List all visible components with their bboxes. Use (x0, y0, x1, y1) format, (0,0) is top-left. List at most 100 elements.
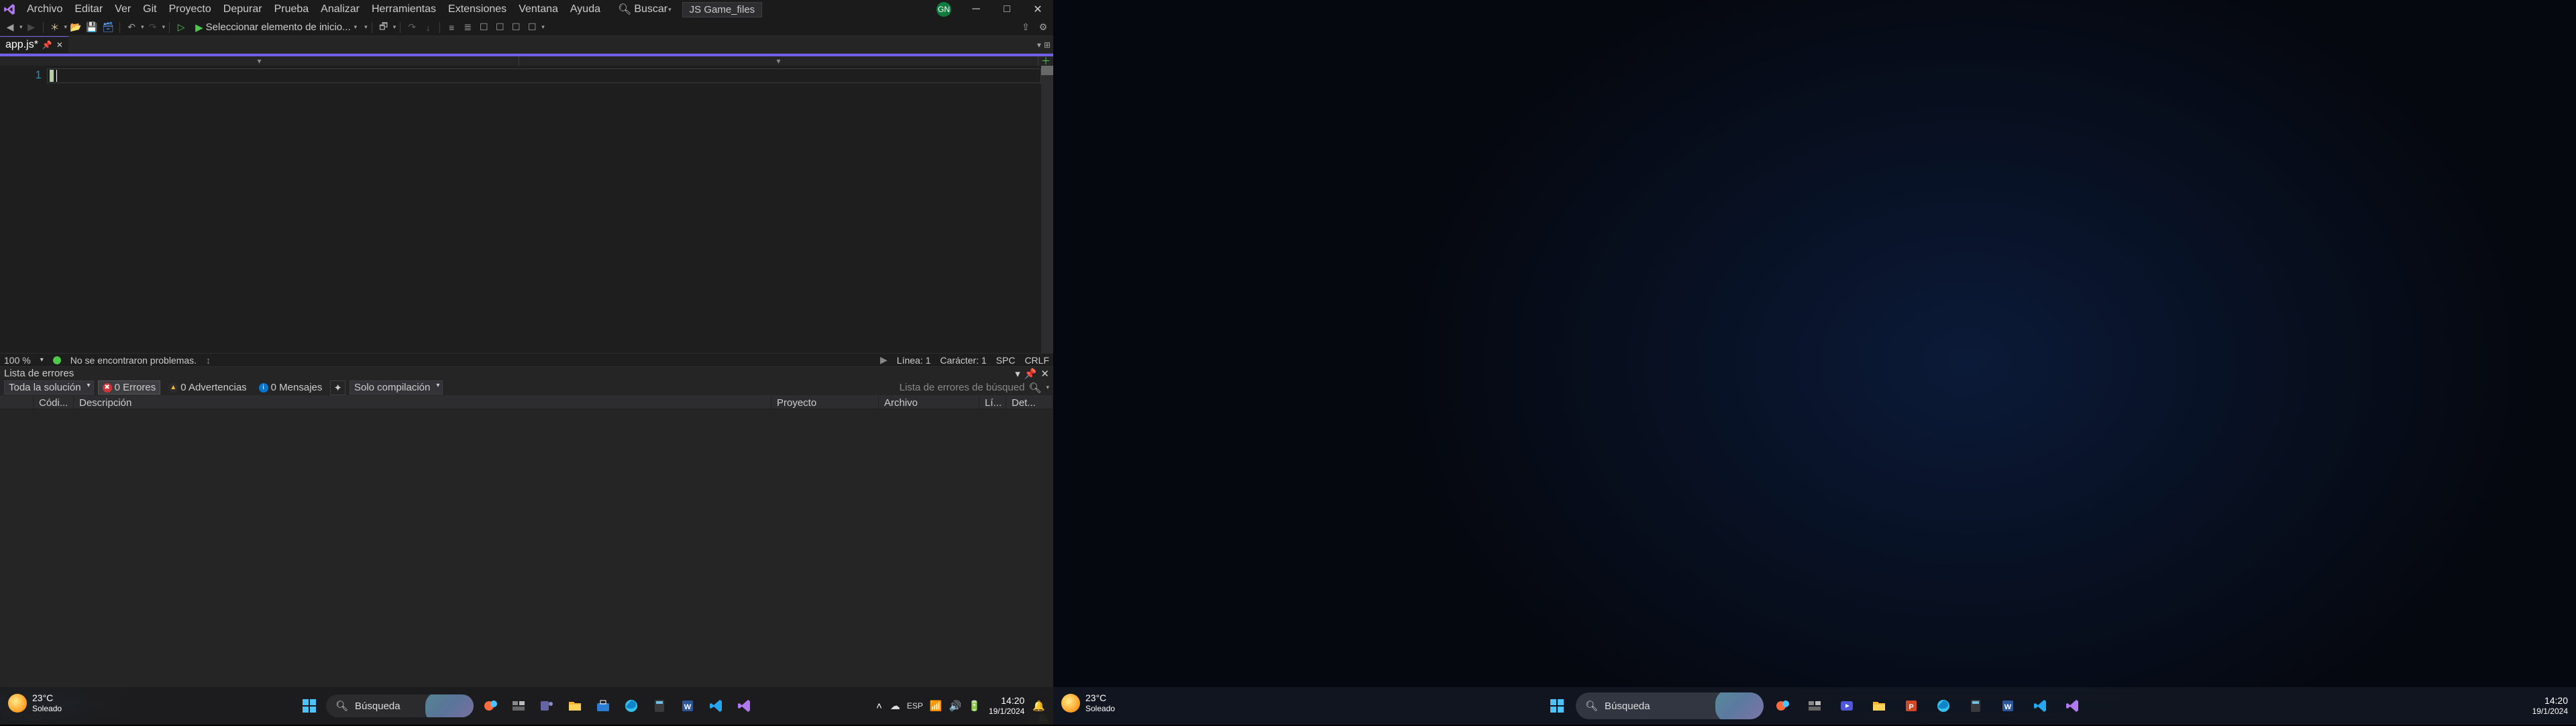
liveshare-icon[interactable]: ⇪ (1018, 20, 1033, 35)
copilot-icon[interactable] (479, 694, 502, 717)
warnings-filter[interactable]: ▲0 Advertencias (164, 381, 250, 394)
col-descripcion[interactable]: Descripción (74, 396, 771, 409)
menu-extensiones[interactable]: Extensiones (443, 1, 512, 18)
eol-mode[interactable]: CRLF (1024, 355, 1049, 366)
open-file-button[interactable]: 📂 (68, 20, 83, 35)
issues-nav-icon[interactable]: ↕ (206, 355, 211, 366)
word-icon[interactable]: W (676, 694, 699, 717)
copilot-icon[interactable] (1769, 692, 1796, 719)
notifications-icon[interactable]: 🔔 (1032, 700, 1045, 712)
language-indicator[interactable]: ESP (907, 701, 923, 711)
powerpoint-icon[interactable]: P (1898, 692, 1925, 719)
calculator-icon[interactable] (1962, 692, 1989, 719)
window-minimize-button[interactable]: ─ (961, 0, 991, 19)
account-badge[interactable]: GN (936, 2, 951, 17)
store-icon[interactable] (592, 694, 614, 717)
weather-widget[interactable]: 23°C Soleado (1061, 692, 1115, 714)
taskbar-clock[interactable]: 14:20 19/1/2024 (989, 695, 1024, 717)
onedrive-icon[interactable]: ☁ (890, 700, 900, 712)
menu-ver[interactable]: Ver (109, 1, 136, 18)
visualstudio-icon[interactable] (2059, 692, 2086, 719)
stepin-button[interactable]: ↓ (421, 20, 435, 35)
menu-ventana[interactable]: Ventana (513, 1, 564, 18)
bookmark-clear-button[interactable]: ☐ (525, 20, 539, 35)
issues-text[interactable]: No se encontraron problemas. (70, 355, 197, 366)
errors-filter[interactable]: ✖0 Errores (98, 380, 161, 395)
messages-filter[interactable]: i0 Mensajes (255, 381, 327, 394)
menu-analizar[interactable]: Analizar (315, 1, 365, 18)
volume-icon[interactable]: 🔊 (949, 700, 962, 712)
col-proyecto[interactable]: Proyecto (771, 396, 879, 409)
editor-scrollbar[interactable] (1041, 66, 1053, 353)
comment-button[interactable]: ≡ (444, 20, 459, 35)
bookmark-button[interactable]: ☐ (476, 20, 491, 35)
start-without-debug-button[interactable]: ▷ (174, 20, 189, 35)
bookmark-prev-button[interactable]: ☐ (492, 20, 507, 35)
scope-combo-1[interactable]: ▾ (0, 56, 519, 66)
intellisense-filter[interactable]: ✦ (330, 380, 345, 395)
panel-close-icon[interactable]: ✕ (1040, 368, 1049, 380)
tab-overflow-icon[interactable]: ▾ (1037, 40, 1041, 50)
menu-ayuda[interactable]: Ayuda (565, 1, 606, 18)
explorer-icon[interactable] (564, 694, 586, 717)
menu-archivo[interactable]: Archivo (21, 1, 68, 18)
menu-herramientas[interactable]: Herramientas (366, 1, 441, 18)
word-icon[interactable]: W (1994, 692, 2021, 719)
window-close-button[interactable]: ✕ (1022, 0, 1053, 19)
taskbar-search[interactable]: 🔍︎ Búsqueda (1576, 692, 1764, 719)
start-debug-button[interactable]: ▶ Seleccionar elemento de inicio... ▾ (190, 20, 362, 35)
redo-button[interactable]: ↷ (146, 20, 160, 35)
errorlist-search[interactable]: Lista de errores de búsqued (900, 382, 1025, 393)
pin-tab-icon[interactable]: 📌 (42, 40, 52, 50)
vs-search[interactable]: 🔍︎ Buscar ▾ (618, 3, 672, 16)
error-scope-combo[interactable]: Toda la solución (4, 380, 94, 395)
menu-prueba[interactable]: Prueba (269, 1, 315, 18)
search-icon[interactable]: 🔍︎ (1028, 382, 1041, 394)
editor-minimap-nav[interactable]: ▶ (880, 354, 888, 366)
calculator-icon[interactable] (648, 694, 671, 717)
window-maximize-button[interactable]: □ (991, 0, 1022, 19)
scope-combo-2[interactable]: ▾ (519, 56, 1038, 66)
menu-proyecto[interactable]: Proyecto (164, 1, 217, 18)
save-button[interactable]: 💾 (85, 20, 99, 35)
col-detalles[interactable]: Det... (1006, 396, 1053, 409)
start-button[interactable] (298, 694, 321, 717)
col-linea[interactable]: Lí... (979, 396, 1006, 409)
editor-split-button[interactable]: ＋ (1038, 56, 1053, 66)
edge-icon[interactable] (620, 694, 643, 717)
editor-tab-appjs[interactable]: app.js* 📌 ✕ (0, 36, 68, 53)
taskbar-clock[interactable]: 14:20 19/1/2024 (2532, 695, 2568, 717)
edge-icon[interactable] (1930, 692, 1957, 719)
teams-icon[interactable] (535, 694, 558, 717)
panel-pin-icon[interactable]: 📌 (1024, 368, 1037, 380)
code-area[interactable] (47, 66, 1041, 353)
weather-widget[interactable]: 23°C Soleado (8, 692, 62, 714)
stepover-button[interactable]: ↷ (405, 20, 419, 35)
nav-back-button[interactable]: ◀ (3, 20, 17, 35)
panel-dropdown-icon[interactable]: ▾ (1015, 368, 1020, 380)
admin-icon[interactable]: ⚙ (1036, 20, 1051, 35)
undo-button[interactable]: ↶ (124, 20, 139, 35)
vscode-icon[interactable] (2027, 692, 2053, 719)
uncomment-button[interactable]: ≣ (460, 20, 475, 35)
errorlist-header[interactable]: Lista de errores ▾ 📌 ✕ (0, 366, 1053, 380)
col-codigo[interactable]: Códi... (34, 396, 74, 409)
taskbar-search[interactable]: 🔍︎ Búsqueda (326, 694, 474, 717)
visualstudio-icon[interactable] (733, 694, 755, 717)
vscode-icon[interactable] (704, 694, 727, 717)
battery-icon[interactable]: 🔋 (968, 700, 981, 712)
col-archivo[interactable]: Archivo (879, 396, 979, 409)
explorer-icon[interactable] (1866, 692, 1892, 719)
nav-fwd-button[interactable]: ▶ (24, 20, 39, 35)
start-button[interactable] (1544, 692, 1570, 719)
build-filter-combo[interactable]: Solo compilación (350, 380, 443, 395)
bookmark-next-button[interactable]: ☐ (508, 20, 523, 35)
clipchamp-icon[interactable] (1833, 692, 1860, 719)
save-all-button[interactable]: 🗃 (101, 20, 115, 35)
taskview-icon[interactable] (507, 694, 530, 717)
menu-depurar[interactable]: Depurar (218, 1, 268, 18)
code-editor[interactable]: 1 (0, 66, 1053, 353)
window-split-icon[interactable]: ⊞ (1044, 40, 1051, 50)
tray-overflow-icon[interactable]: ˄ (876, 701, 882, 712)
menu-git[interactable]: Git (138, 1, 162, 18)
